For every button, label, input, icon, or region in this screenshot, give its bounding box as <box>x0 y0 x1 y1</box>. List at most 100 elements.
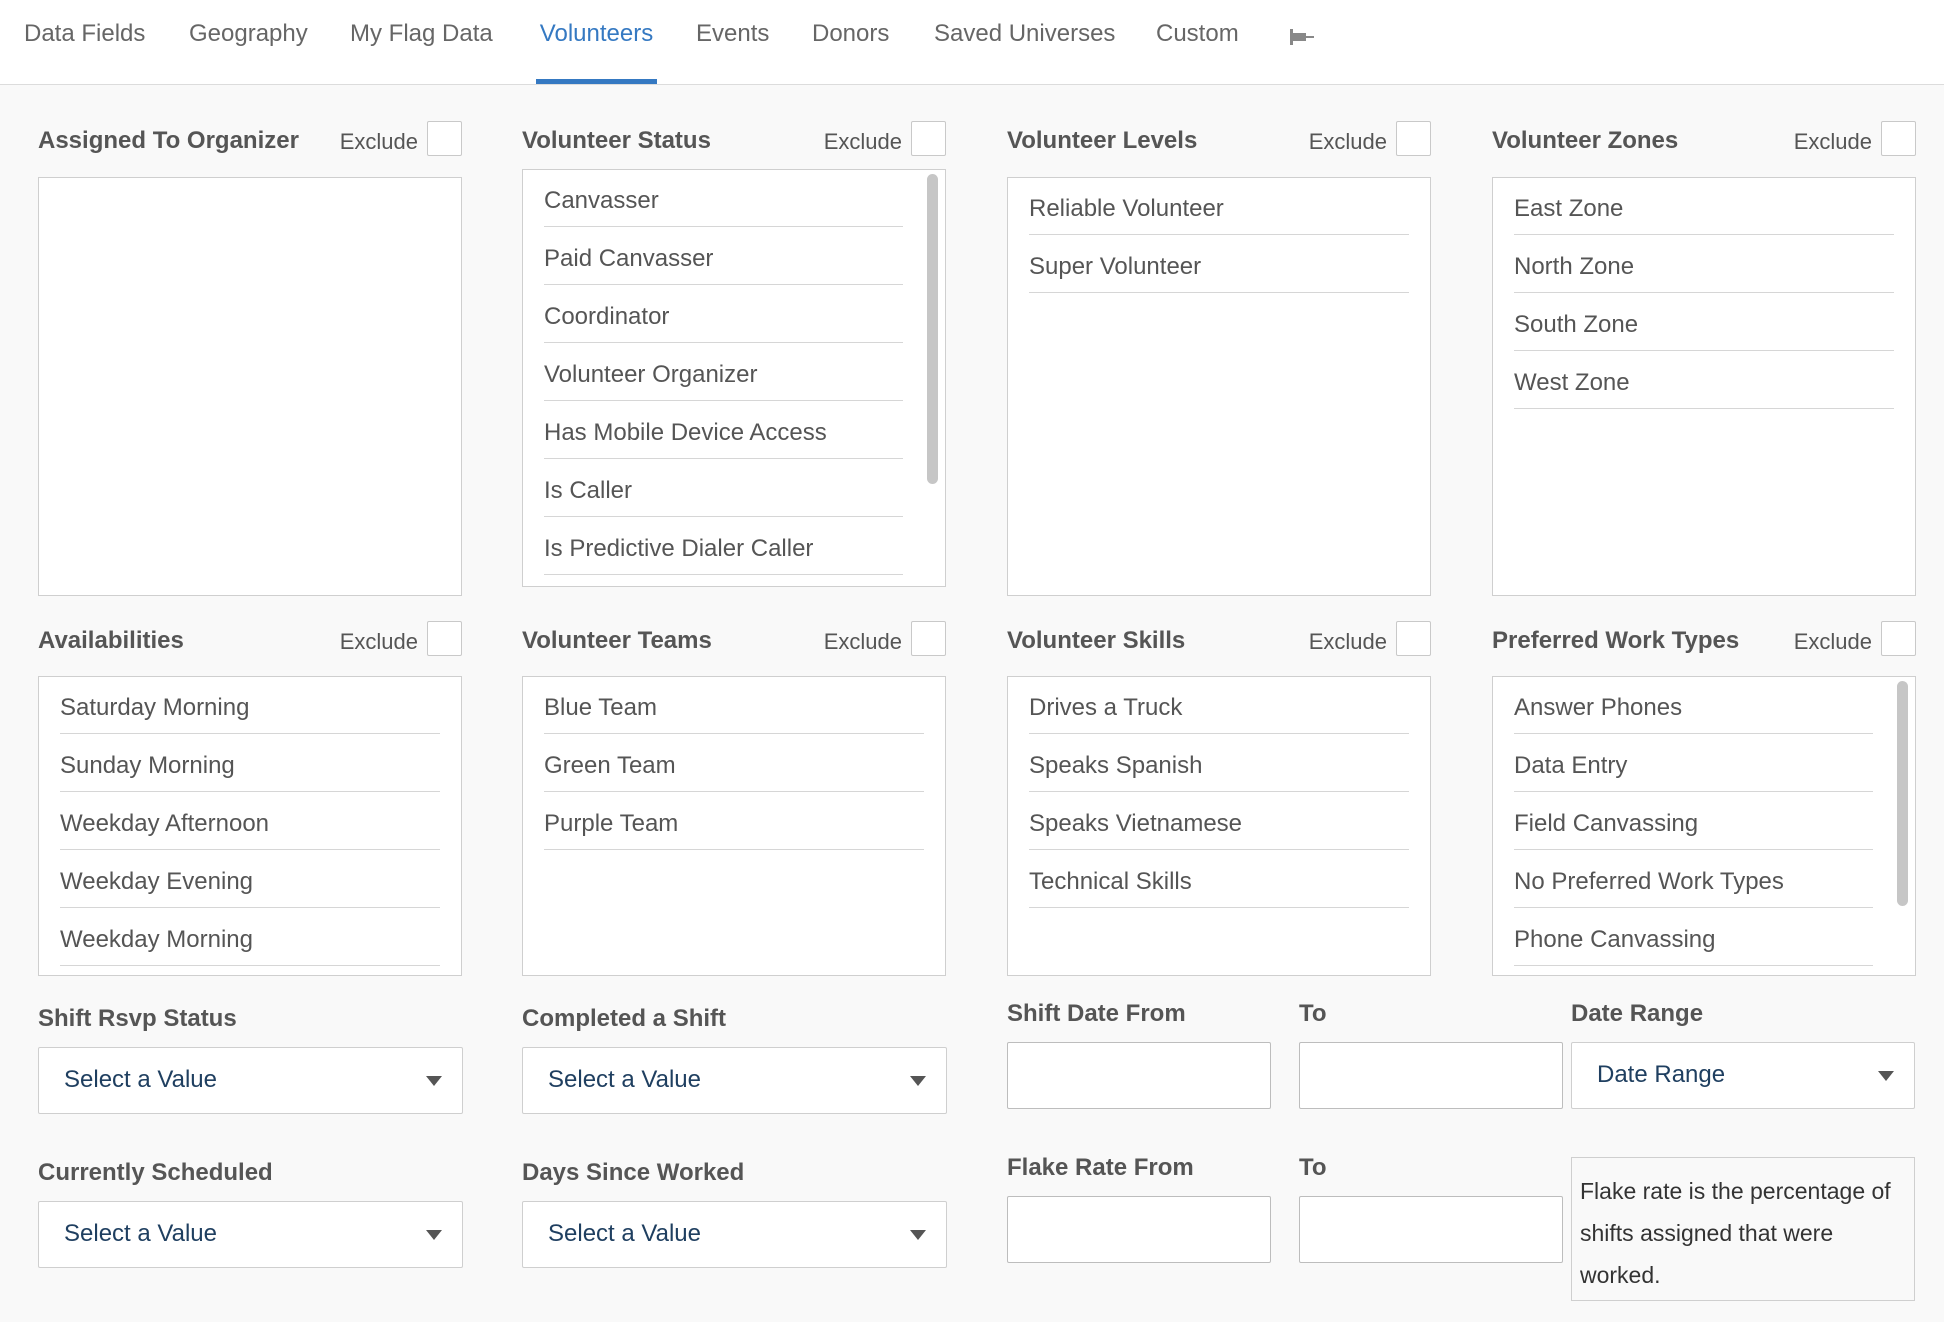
filter-volunteer-levels: Volunteer Levels Exclude Reliable Volunt… <box>1007 121 1431 596</box>
list-item[interactable]: Weekday Morning <box>60 916 440 966</box>
exclude-label: Exclude <box>1308 629 1387 654</box>
exclude-label: Exclude <box>1793 629 1872 654</box>
date-range-label: Date Range <box>1571 1000 1704 1027</box>
shift-date-to-input[interactable] <box>1299 1042 1563 1109</box>
exclude-label: Exclude <box>1793 129 1872 154</box>
filter-volunteer-skills: Volunteer Skills Exclude Drives a Truck … <box>1007 621 1431 976</box>
list-item[interactable]: Canvasser <box>544 177 903 227</box>
shift-date-to-label: To <box>1299 1000 1327 1027</box>
list-item[interactable]: Speaks Vietnamese <box>1029 800 1409 850</box>
list-item[interactable]: Field Canvassing <box>1514 800 1873 850</box>
list-item[interactable]: Green Team <box>544 742 924 792</box>
flake-rate-to-input[interactable] <box>1299 1196 1563 1263</box>
chevron-down-icon <box>1878 1071 1894 1081</box>
list-item[interactable]: Paid Canvasser <box>544 235 903 285</box>
list-item[interactable]: West Zone <box>1514 359 1894 409</box>
exclude-checkbox[interactable] <box>911 121 946 156</box>
filter-title: Volunteer Zones <box>1492 127 1679 154</box>
tab-data-fields[interactable]: Data Fields <box>24 20 145 84</box>
select-value: Select a Value <box>548 1220 701 1247</box>
exclude-label: Exclude <box>823 129 902 154</box>
filter-title: Volunteer Teams <box>522 627 712 654</box>
flake-rate-from-input[interactable] <box>1007 1196 1271 1263</box>
tab-custom[interactable]: Custom <box>1156 20 1239 84</box>
shift-date-from-input[interactable] <box>1007 1042 1271 1109</box>
filter-tab-bar: Data Fields Geography My Flag Data Volun… <box>0 0 1944 85</box>
list-item[interactable]: South Zone <box>1514 301 1894 351</box>
list-item[interactable]: North Zone <box>1514 243 1894 293</box>
assigned-to-organizer-listbox[interactable] <box>38 177 462 596</box>
tab-geography[interactable]: Geography <box>189 20 308 84</box>
exclude-checkbox[interactable] <box>911 621 946 656</box>
filter-availabilities: Availabilities Exclude Saturday Morning … <box>38 621 462 976</box>
exclude-label: Exclude <box>1308 129 1387 154</box>
list-item[interactable]: Data Entry <box>1514 742 1873 792</box>
scrollbar[interactable] <box>1897 681 1908 906</box>
exclude-checkbox[interactable] <box>1881 121 1916 156</box>
filter-title: Volunteer Skills <box>1007 627 1186 654</box>
list-item[interactable]: East Zone <box>1514 185 1894 235</box>
list-item[interactable]: Reliable Volunteer <box>1029 185 1409 235</box>
filter-assigned-to-organizer: Assigned To Organizer Exclude <box>38 121 462 596</box>
list-item[interactable]: Is Caller <box>544 467 903 517</box>
list-item[interactable]: Purple Team <box>544 800 924 850</box>
volunteer-teams-listbox[interactable]: Blue Team Green Team Purple Team <box>522 676 946 976</box>
list-item[interactable]: Phone Canvassing <box>1514 916 1873 966</box>
completed-a-shift-select[interactable]: Select a Value <box>522 1047 947 1114</box>
shift-date-from-label: Shift Date From <box>1007 1000 1186 1027</box>
chevron-down-icon <box>426 1230 442 1240</box>
list-item[interactable]: Is Predictive Dialer Caller <box>544 525 903 575</box>
chevron-down-icon <box>910 1076 926 1086</box>
filter-title: Volunteer Status <box>522 127 711 154</box>
pushpin-icon[interactable] <box>1282 26 1314 48</box>
filter-volunteer-status: Volunteer Status Exclude Canvasser Paid … <box>522 121 946 587</box>
filter-title: Preferred Work Types <box>1492 627 1740 654</box>
list-item[interactable]: Coordinator <box>544 293 903 343</box>
filter-title: Assigned To Organizer <box>38 127 299 154</box>
exclude-checkbox[interactable] <box>427 121 462 156</box>
volunteer-status-listbox[interactable]: Canvasser Paid Canvasser Coordinator Vol… <box>522 169 946 587</box>
volunteer-levels-listbox[interactable]: Reliable Volunteer Super Volunteer <box>1007 177 1431 596</box>
list-item[interactable]: Weekday Evening <box>60 858 440 908</box>
flake-rate-to-label: To <box>1299 1154 1327 1181</box>
preferred-work-types-listbox[interactable]: Answer Phones Data Entry Field Canvassin… <box>1492 676 1916 976</box>
filter-volunteer-zones: Volunteer Zones Exclude East Zone North … <box>1492 121 1916 596</box>
scrollbar[interactable] <box>927 174 938 484</box>
list-item[interactable]: Speaks Spanish <box>1029 742 1409 792</box>
chevron-down-icon <box>426 1076 442 1086</box>
exclude-checkbox[interactable] <box>1881 621 1916 656</box>
tab-volunteers[interactable]: Volunteers <box>536 20 657 84</box>
list-item[interactable]: Sunday Morning <box>60 742 440 792</box>
exclude-checkbox[interactable] <box>1396 621 1431 656</box>
select-value: Select a Value <box>548 1066 701 1093</box>
availabilities-listbox[interactable]: Saturday Morning Sunday Morning Weekday … <box>38 676 462 976</box>
shift-rsvp-status-select[interactable]: Select a Value <box>38 1047 463 1114</box>
tab-events[interactable]: Events <box>696 20 769 84</box>
list-item[interactable]: Saturday Morning <box>60 684 440 734</box>
list-item[interactable]: Technical Skills <box>1029 858 1409 908</box>
filter-volunteer-teams: Volunteer Teams Exclude Blue Team Green … <box>522 621 946 976</box>
list-item[interactable]: Weekday Afternoon <box>60 800 440 850</box>
currently-scheduled-select[interactable]: Select a Value <box>38 1201 463 1268</box>
list-item[interactable]: Drives a Truck <box>1029 684 1409 734</box>
list-item[interactable]: Super Volunteer <box>1029 243 1409 293</box>
list-item[interactable]: Answer Phones <box>1514 684 1873 734</box>
exclude-checkbox[interactable] <box>427 621 462 656</box>
flake-rate-help-text: Flake rate is the percentage of shifts a… <box>1571 1157 1915 1301</box>
tab-my-flag-data[interactable]: My Flag Data <box>350 20 493 84</box>
list-item[interactable]: Has Mobile Device Access <box>544 409 903 459</box>
tab-donors[interactable]: Donors <box>812 20 889 84</box>
filter-title: Volunteer Levels <box>1007 127 1198 154</box>
days-since-worked-select[interactable]: Select a Value <box>522 1201 947 1268</box>
list-item[interactable]: Blue Team <box>544 684 924 734</box>
date-range-select[interactable]: Date Range <box>1571 1042 1915 1109</box>
volunteer-skills-listbox[interactable]: Drives a Truck Speaks Spanish Speaks Vie… <box>1007 676 1431 976</box>
list-item[interactable]: Volunteer Organizer <box>544 351 903 401</box>
list-item[interactable]: No Preferred Work Types <box>1514 858 1873 908</box>
exclude-checkbox[interactable] <box>1396 121 1431 156</box>
volunteer-zones-listbox[interactable]: East Zone North Zone South Zone West Zon… <box>1492 177 1916 596</box>
days-since-worked-label: Days Since Worked <box>522 1159 745 1186</box>
select-value: Select a Value <box>64 1066 217 1093</box>
tab-saved-universes[interactable]: Saved Universes <box>934 20 1115 84</box>
select-value: Date Range <box>1597 1061 1726 1088</box>
